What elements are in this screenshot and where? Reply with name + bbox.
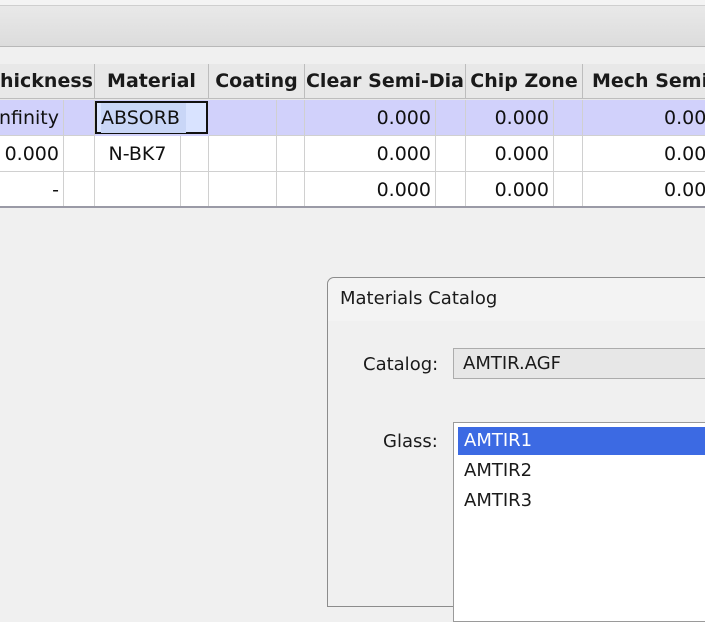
column-header-material[interactable]: Material (95, 64, 209, 99)
cell-thickness[interactable]: - (0, 172, 64, 208)
dialog-title-bar[interactable]: Materials Catalog (328, 278, 705, 321)
table-row[interactable]: Infinity ABSORB 0.000 0.000 0.000 (0, 100, 705, 136)
table-row[interactable]: 0.000 N-BK7 0.000 0.000 0.000 (0, 136, 705, 172)
catalog-dropdown[interactable]: AMTIR.AGF (453, 348, 705, 379)
cell-thickness-solve[interactable] (64, 172, 95, 208)
cell-chip-zone[interactable]: 0.000 (466, 100, 554, 136)
glass-label: Glass: (383, 431, 438, 452)
cell-mech-semi[interactable]: 0.000 (583, 136, 705, 172)
cell-material-solve[interactable] (181, 172, 209, 208)
editor-header-band (0, 6, 705, 47)
column-header-thickness[interactable]: Thickness (0, 64, 95, 99)
cell-coating[interactable] (209, 100, 277, 136)
cell-material[interactable]: ABSORB (101, 103, 186, 133)
cell-material-editor[interactable]: ABSORB (95, 101, 208, 134)
table-row[interactable]: - 0.000 0.000 0.000 (0, 172, 705, 208)
dialog-title: Materials Catalog (340, 288, 498, 309)
glass-list-item[interactable]: AMTIR2 (458, 457, 705, 485)
column-header-clear-semi-dia[interactable]: Clear Semi-Dia (305, 64, 466, 99)
cell-mech-semi[interactable]: 0.000 (583, 100, 705, 136)
catalog-value: AMTIR.AGF (463, 353, 562, 374)
cell-clear-semi-dia[interactable]: 0.000 (305, 136, 436, 172)
glass-list-item[interactable]: AMTIR1 (458, 427, 705, 455)
cell-thickness-solve[interactable] (64, 100, 95, 136)
cell-material[interactable] (95, 172, 181, 208)
cell-clear-semi-dia-solve[interactable] (436, 136, 466, 172)
cell-clear-semi-dia[interactable]: 0.000 (305, 100, 436, 136)
cell-thickness-solve[interactable] (64, 136, 95, 172)
grid-bottom-border (0, 206, 705, 208)
cell-material-solve[interactable] (181, 136, 209, 172)
glass-list-item[interactable]: AMTIR3 (458, 487, 705, 515)
cell-clear-semi-dia-solve[interactable] (436, 100, 466, 136)
cell-chip-zone[interactable]: 0.000 (466, 136, 554, 172)
glass-listbox[interactable]: AMTIR1 AMTIR2 AMTIR3 (453, 422, 705, 622)
cell-mech-semi[interactable]: 0.000 (583, 172, 705, 208)
cell-chip-zone[interactable]: 0.000 (466, 172, 554, 208)
cell-chip-zone-solve[interactable] (554, 172, 583, 208)
cell-thickness[interactable]: Infinity (0, 100, 64, 136)
cell-clear-semi-dia-solve[interactable] (436, 172, 466, 208)
catalog-label: Catalog: (363, 354, 439, 375)
cell-coating[interactable] (209, 136, 277, 172)
cell-coating-solve[interactable] (277, 136, 305, 172)
cell-chip-zone-solve[interactable] (554, 100, 583, 136)
cell-chip-zone-solve[interactable] (554, 136, 583, 172)
column-header-coating[interactable]: Coating (209, 64, 305, 99)
cell-thickness[interactable]: 0.000 (0, 136, 64, 172)
cell-coating-solve[interactable] (277, 100, 305, 136)
cell-coating-solve[interactable] (277, 172, 305, 208)
column-header-mech-semi[interactable]: Mech Semi- (583, 64, 705, 99)
grid-header-row: Thickness Material Coating Clear Semi-Di… (0, 64, 705, 100)
cell-material[interactable]: N-BK7 (95, 136, 181, 172)
lens-data-grid: Thickness Material Coating Clear Semi-Di… (0, 64, 705, 208)
materials-catalog-dialog: Materials Catalog Catalog: AMTIR.AGF Gla… (327, 277, 705, 622)
column-header-chip-zone[interactable]: Chip Zone (466, 64, 583, 99)
cell-coating[interactable] (209, 172, 277, 208)
cell-clear-semi-dia[interactable]: 0.000 (305, 172, 436, 208)
